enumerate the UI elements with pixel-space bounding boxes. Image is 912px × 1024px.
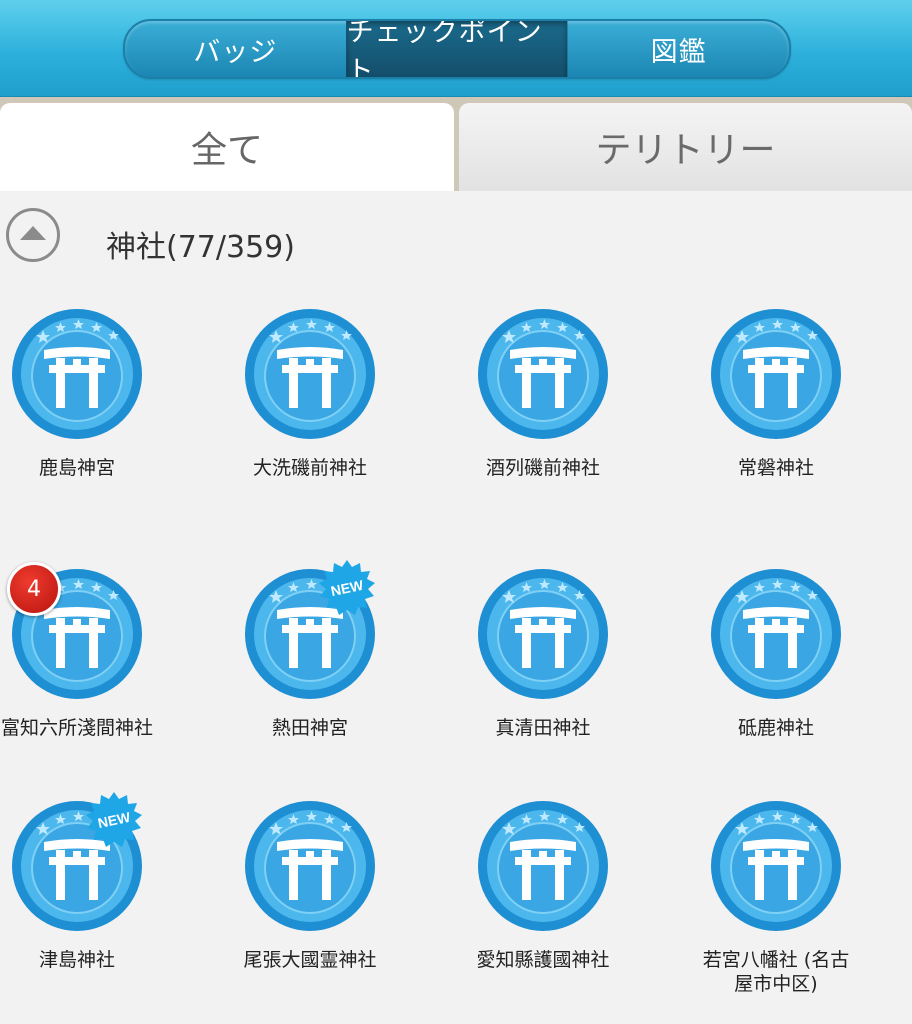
checkpoint-grid: 鹿島神宮 大洗磯前神社 酒列磯前神社 常磐神社 4 富知六所淺間神社 NEW 熱… (0, 0, 912, 1024)
checkpoint-label: 熱田神宮 (271, 717, 348, 739)
checkpoint-item[interactable]: 鹿島神宮 (0, 308, 228, 508)
torii-gate-icon (244, 800, 376, 932)
checkpoint-label: 真清田神社 (495, 717, 591, 739)
checkpoint-label: 津島神社 (38, 949, 115, 971)
new-badge: NEW (84, 790, 144, 850)
checkpoint-label: 尾張大國霊神社 (243, 949, 377, 971)
checkpoint-item[interactable]: 砥鹿神社 (699, 568, 912, 768)
torii-gate-icon (477, 800, 609, 932)
checkpoint-item[interactable]: 若宮八幡社 (名古屋市中区) (699, 800, 912, 1000)
checkpoint-item[interactable]: 尾張大國霊神社 (233, 800, 461, 1000)
checkpoint-label: 若宮八幡社 (名古屋市中区) (702, 949, 850, 995)
checkpoint-label: 愛知縣護國神社 (476, 949, 610, 971)
torii-gate-icon (477, 308, 609, 440)
checkpoint-item[interactable]: 愛知縣護國神社 (466, 800, 694, 1000)
checkpoint-item[interactable]: NEW 津島神社 (0, 792, 228, 1000)
checkpoint-item[interactable]: 酒列磯前神社 (466, 308, 694, 508)
new-badge: NEW (317, 558, 377, 618)
torii-gate-icon (244, 308, 376, 440)
checkpoint-item[interactable]: NEW 熱田神宮 (233, 560, 461, 768)
checkpoint-label: 鹿島神宮 (38, 457, 115, 479)
checkpoint-item[interactable]: 真清田神社 (466, 568, 694, 768)
checkpoint-label: 砥鹿神社 (737, 717, 814, 739)
torii-gate-icon (710, 800, 842, 932)
checkpoint-item[interactable]: 常磐神社 (699, 308, 912, 508)
torii-gate-icon (11, 308, 143, 440)
checkpoint-item[interactable]: 大洗磯前神社 (233, 308, 461, 508)
checkpoint-label: 常磐神社 (737, 457, 814, 479)
count-badge: 4 (7, 562, 61, 616)
torii-gate-icon (710, 568, 842, 700)
checkpoint-label: 富知六所淺間神社 (0, 717, 153, 739)
checkpoint-label: 酒列磯前神社 (485, 457, 600, 479)
checkpoint-label: 大洗磯前神社 (252, 457, 367, 479)
checkpoint-item[interactable]: 4 富知六所淺間神社 (0, 562, 228, 768)
torii-gate-icon (710, 308, 842, 440)
torii-gate-icon (477, 568, 609, 700)
